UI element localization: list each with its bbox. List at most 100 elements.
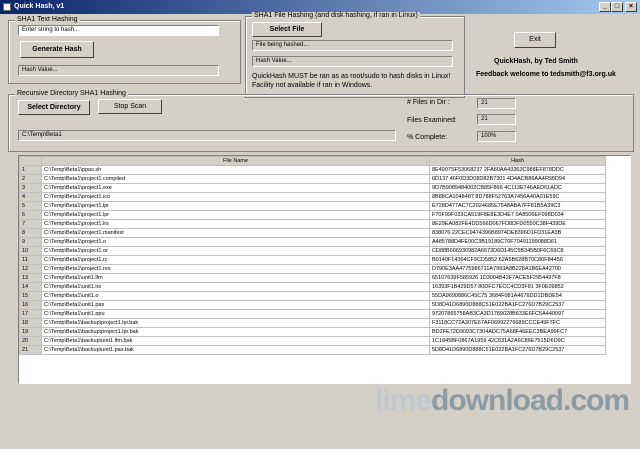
hash-cell: 97207865758AB3CA3D1789028B633E6FC5A44009… [429,309,606,319]
close-button[interactable]: × [625,2,637,12]
table-row[interactable]: 9 C:\Temp\Beta1\project1.o A485788D4FE00C3… [19,237,606,247]
generate-hash-button[interactable]: Generate Hash [20,41,94,58]
row-index-cell: 9 [19,237,42,247]
hash-cell: D790E3AA4775986711A7993A8B228A1B6EA42700 [429,264,606,274]
table-row[interactable]: 1 C:\Temp\Beta1\ppas.sh 8E4907SF53068237 2… [19,165,606,175]
hash-cell: 16393F1B429D57 80DFC7ECC4CD3F81 3F0E0985… [429,282,606,292]
hash-cell: 8B88CA1048487 8D788F52763A7456A40A01E59C [429,192,606,202]
table-row[interactable]: 3 C:\Temp\Beta1\project1.exe 9D7B908948400… [19,183,606,193]
files-examined-label: Files Examined: [407,117,457,124]
table-row[interactable]: 16 C:\Temp\Beta1\unit1.pas 5D8D41D6890D888… [19,300,606,310]
hash-cell: F3118CC72A307E67AF06992276689CCCE49F7FC [429,318,606,328]
window-title: Quick Hash, v1 [14,3,65,10]
row-index-cell: 16 [19,300,42,310]
app-icon [3,3,11,11]
hash-cell: E728D477AC7C2024685E7548ABA7FF81B5A39C3 [429,201,606,211]
hash-cell: 6D137 46F0D3D08D82B7301 4D4ACB86AA4F5BD9… [429,174,606,184]
row-index-cell: 19 [19,327,42,337]
file-name-cell: C:\Temp\Beta1\unit1.lfm [41,273,430,283]
select-file-button[interactable]: Select File [252,22,322,37]
table-row[interactable]: 8 C:\Temp\Beta1\project1.manifest 838076 2… [19,228,606,238]
percent-complete-label: % Complete: [407,134,448,141]
hash-cell: BD2FE72D9093C7304ADC75A68F46EEC3BEA99FC7 [429,327,606,337]
column-header-index [19,156,42,166]
watermark-part-lime: lime [375,384,432,417]
select-directory-button[interactable]: Select Directory [18,100,90,115]
row-index-cell: 12 [19,264,42,274]
hash-cell: 9D7B9089484002CB85F866 4C113E746AED61ADC [429,183,606,193]
files-in-dir-value: 21 [477,98,516,109]
table-row[interactable]: 13 C:\Temp\Beta1\unit1.lfm 65107639F585926… [19,273,606,283]
table-row[interactable]: 2 C:\Temp\Beta1\project1.compiled 6D137 46… [19,174,606,184]
file-name-cell: C:\Temp\Beta1\project1.lrs [41,219,430,229]
files-in-dir-label: # Files in Dir : [407,99,450,106]
file-name-cell: C:\Temp\Beta1\unit1.lrs [41,282,430,292]
file-name-cell: C:\Temp\Beta1\project1.rc [41,255,430,265]
hash-cell: A485788D4FE00C3B19189C70F70491199088D61 [429,237,606,247]
table-row[interactable]: 20 C:\Temp\Beta1\backup\unit1.lfm.bak 1C18… [19,336,606,346]
table-row[interactable]: 18 C:\Temp\Beta1\backup\project1.lpi.bak F… [19,318,606,328]
row-index-cell: 2 [19,174,42,184]
table-row[interactable]: 14 C:\Temp\Beta1\unit1.lrs 16393F1B429D57 … [19,282,606,292]
hash-cell: 65107639F585926 1D3004B42F7ACE5F2954497F… [429,273,606,283]
table-row[interactable]: 15 C:\Temp\Beta1\unit1.o 55DA9690886C45C75… [19,291,606,301]
file-name-cell: C:\Temp\Beta1\project1.lpr [41,210,430,220]
hash-cell: 5D8D41D6890D888C51E022BA1FC276D7B29C2537 [429,300,606,310]
maximize-button[interactable]: □ [611,2,623,12]
watermark-part-download: download.com [431,384,630,417]
table-row[interactable]: 12 C:\Temp\Beta1\project1.res D790E3AA4775… [19,264,606,274]
hash-cell: 8E4907SF53068237 2FA80AA43363C988EF878DD… [429,165,606,175]
file-name-cell: C:\Temp\Beta1\backup\project1.lpi.bak [41,318,430,328]
directory-path-field[interactable]: C:\Temp\Beta1 [18,130,396,141]
file-name-cell: C:\Temp\Beta1\project1.lpi [41,201,430,211]
file-status-field[interactable]: File being hashed.... [252,40,453,51]
file-name-cell: C:\Temp\Beta1\unit1.o [41,291,430,301]
file-name-cell: C:\Temp\Beta1\project1.manifest [41,228,430,238]
row-index-cell: 18 [19,318,42,328]
file-name-cell: C:\Temp\Beta1\project1.ico [41,192,430,202]
file-hash-value-field[interactable]: Hash Value... [252,56,453,67]
table-header-row: File Name Hash [19,156,606,166]
results-grid[interactable]: File Name Hash 1 C:\Temp\Beta1\ppas.sh 8E4… [18,155,631,384]
percent-complete-value: 100% [477,131,516,142]
row-index-cell: 7 [19,219,42,229]
file-name-cell: C:\Temp\Beta1\backup\unit1.pas.bak [41,345,430,355]
hash-cell: 5D8D41D6890D888C51E022BA1FC276D7B29C2537 [429,345,606,355]
table-row[interactable]: 17 C:\Temp\Beta1\unit1.ppu 97207865758AB3C… [19,309,606,319]
directory-hashing-group-label: Recursive Directory SHA1 Hashing [15,90,128,97]
file-name-cell: C:\Temp\Beta1\project1.or [41,246,430,256]
watermark-logo: limedownload.com [375,384,630,418]
text-hash-value-field[interactable]: Hash Value... [18,65,219,76]
file-name-cell: C:\Temp\Beta1\project1.res [41,264,430,274]
hash-cell: 8E29EA082FE4DD566D067FD8DFD0550C38F439DE [429,219,606,229]
table-row[interactable]: 6 C:\Temp\Beta1\project1.lpr F70F99F033CA5… [19,210,606,220]
row-index-cell: 8 [19,228,42,238]
row-index-cell: 20 [19,336,42,346]
text-hashing-group-label: SHA1 Text Hashing [15,16,80,23]
row-index-cell: 17 [19,309,42,319]
table-row[interactable]: 19 C:\Temp\Beta1\backup\project1.lpr.bak B… [19,327,606,337]
credits-feedback: Feedback welcome to tedsmith@f3.org.uk [476,71,616,78]
file-name-cell: C:\Temp\Beta1\ppas.sh [41,165,430,175]
row-index-cell: 1 [19,165,42,175]
minimize-button[interactable]: _ [599,2,611,12]
text-to-hash-input[interactable]: Enter string to hash... [18,25,219,36]
column-header-hash[interactable]: Hash [429,156,606,166]
table-row[interactable]: 11 C:\Temp\Beta1\project1.rc B0140F14364CF… [19,255,606,265]
row-index-cell: 11 [19,255,42,265]
results-table: File Name Hash 1 C:\Temp\Beta1\ppas.sh 8E4… [19,156,606,355]
table-row[interactable]: 4 C:\Temp\Beta1\project1.ico 8B88CA1048487… [19,192,606,202]
table-row[interactable]: 21 C:\Temp\Beta1\backup\unit1.pas.bak 5D8D… [19,345,606,355]
file-name-cell: C:\Temp\Beta1\project1.compiled [41,174,430,184]
table-row[interactable]: 5 C:\Temp\Beta1\project1.lpi E728D477AC7C2… [19,201,606,211]
row-index-cell: 10 [19,246,42,256]
stop-scan-button[interactable]: Stop Scan [98,99,162,114]
row-index-cell: 6 [19,210,42,220]
file-name-cell: C:\Temp\Beta1\backup\project1.lpr.bak [41,327,430,337]
exit-button[interactable]: Exit [514,32,556,48]
column-header-file-name[interactable]: File Name [41,156,430,166]
hash-cell: F70F99F033CA519F8E8E3D4E7 0A8506EF098D03… [429,210,606,220]
table-row[interactable]: 7 C:\Temp\Beta1\project1.lrs 8E29EA082FE4D… [19,219,606,229]
file-name-cell: C:\Temp\Beta1\project1.o [41,237,430,247]
table-row[interactable]: 10 C:\Temp\Beta1\project1.or CD88B60693098… [19,246,606,256]
